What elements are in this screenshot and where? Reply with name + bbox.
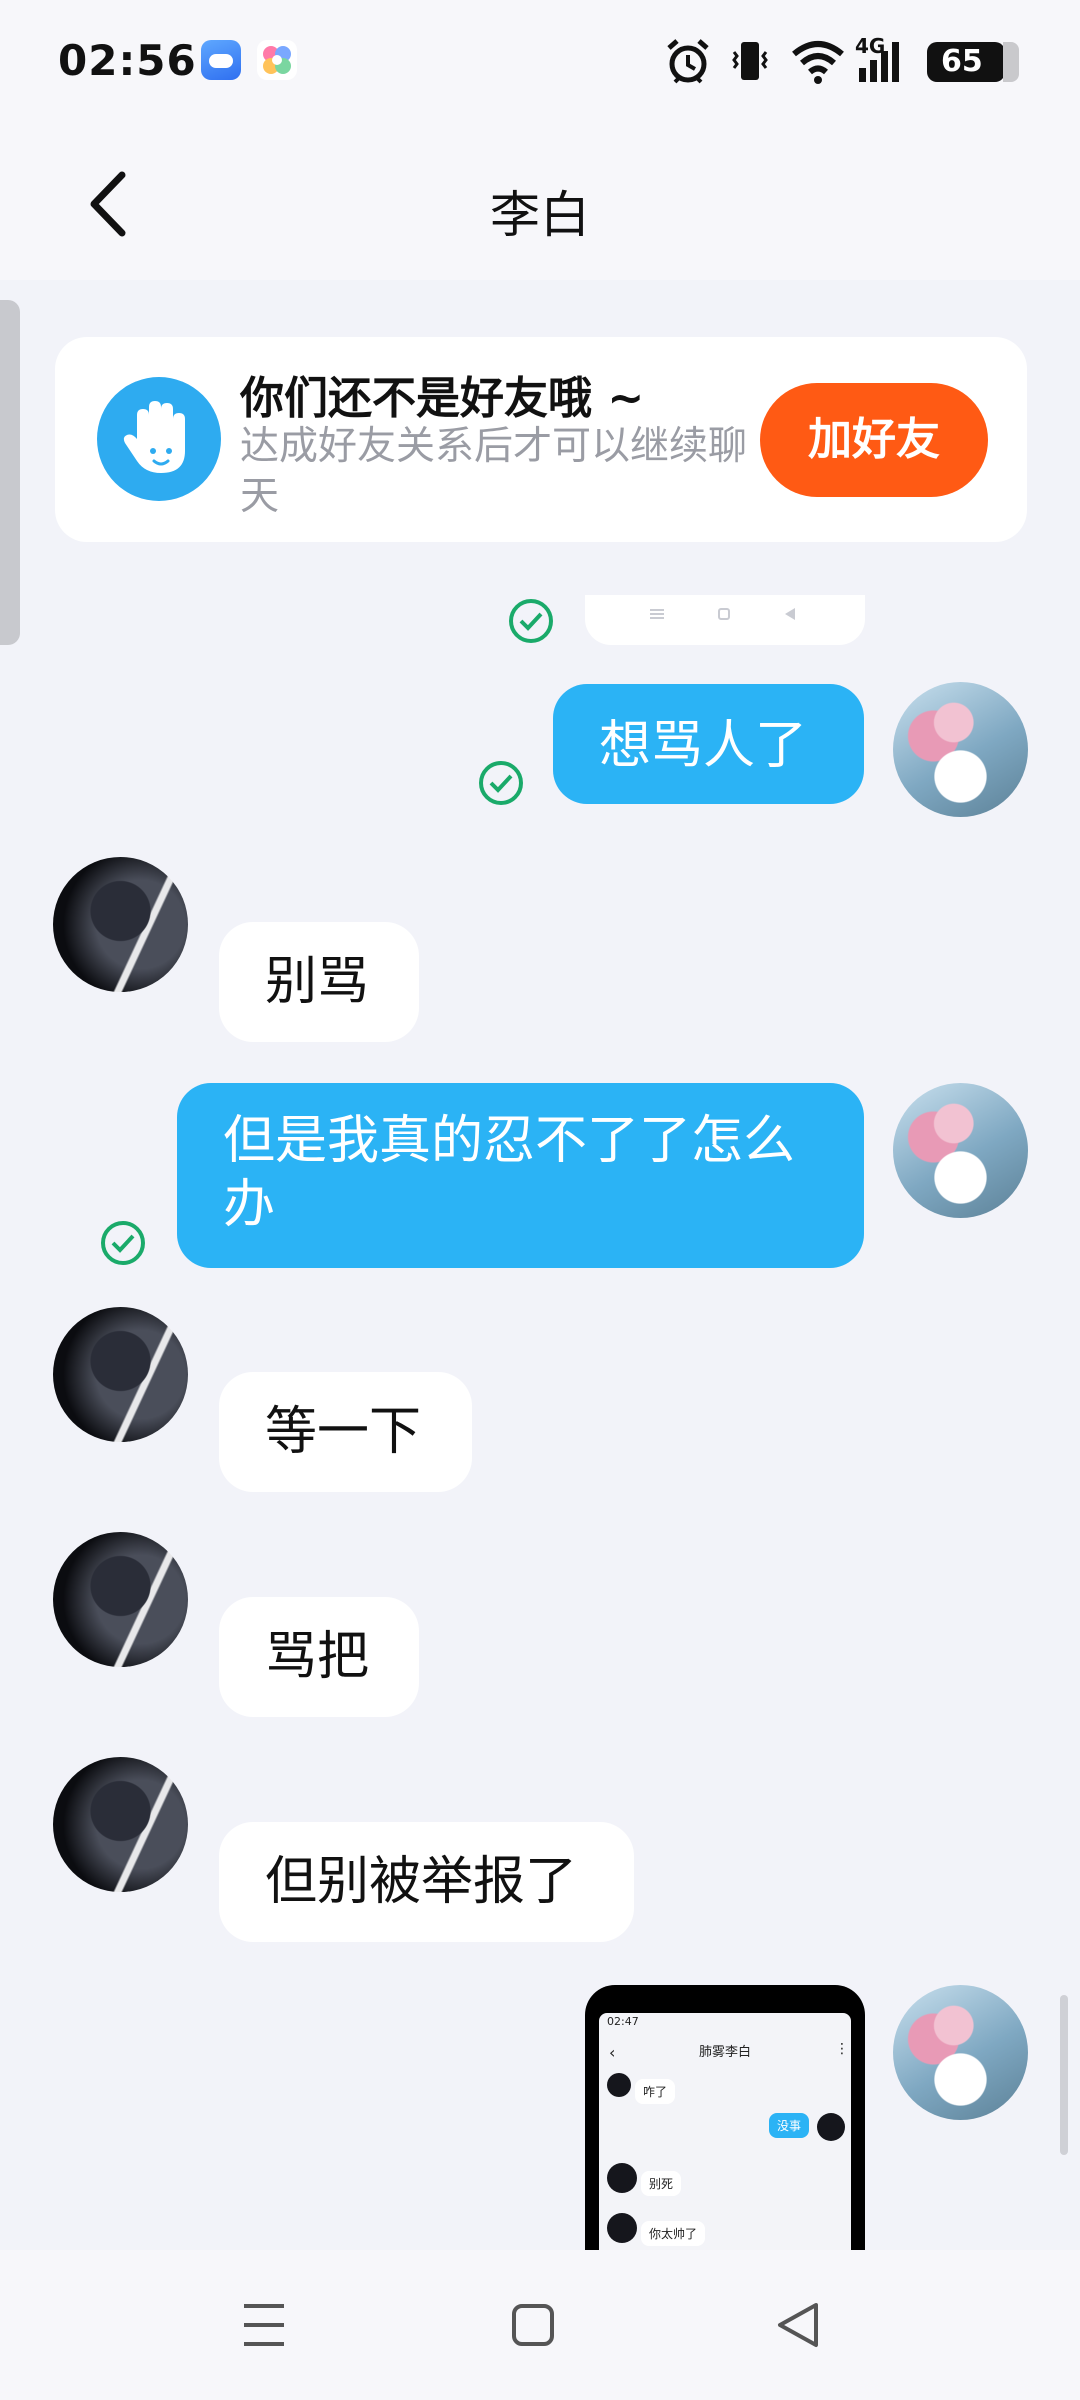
read-check-icon [507,597,555,645]
read-check-icon [99,1219,147,1267]
battery-icon: 65 [927,42,1019,82]
contact-avatar[interactable] [53,1532,188,1667]
read-check-icon [477,759,525,807]
system-nav-bar [0,2250,1080,2400]
thumb-avatar [607,2073,631,2097]
message-bubble-incoming[interactable]: 骂把 [219,1597,419,1717]
self-avatar[interactable] [893,682,1028,817]
status-time: 02:56 [58,36,197,85]
contact-avatar[interactable] [53,857,188,992]
system-icons: 4G 65 [665,34,1025,86]
home-icon[interactable] [511,2300,555,2350]
thumb-time: 02:47 [607,2015,639,2028]
menu-icon[interactable] [242,2300,286,2350]
message-bubble-outgoing[interactable]: 但是我真的忍不了了怎么办 [177,1083,864,1268]
thumb-avatar [607,2163,637,2193]
thumb-title: 肺雾李白 [698,2045,751,2060]
message-bubble-outgoing[interactable]: 想骂人了 [553,684,864,804]
image-message[interactable]: 02:47 ‹ 肺雾李白 ⋮ 咋了 没事 别死 你太帅了 [585,1985,865,2250]
thumb-message: 别死 [641,2171,682,2196]
banner-title: 你们还不是好友哦 ~ [240,373,645,424]
thumb-avatar [607,2213,637,2243]
signal-icon [859,42,899,82]
vibrate-icon [732,42,768,80]
back-nav-icon[interactable] [776,2300,820,2350]
message-bubble-incoming[interactable]: 别骂 [219,922,419,1042]
banner-subtitle: 达成好友关系后才可以继续聊天 [240,424,748,519]
self-avatar[interactable] [893,1083,1028,1218]
screenshot-thumbnail: 02:47 ‹ 肺雾李白 ⋮ 咋了 没事 别死 你太帅了 [599,2013,851,2250]
thumb-message: 咋了 [635,2079,676,2104]
flower-app-icon [257,40,297,80]
contact-avatar[interactable] [53,1757,188,1892]
alarm-icon [667,39,709,84]
contact-avatar[interactable] [53,1307,188,1442]
not-friends-banner: 你们还不是好友哦 ~ 达成好友关系后才可以继续聊天 加好友 [55,337,1027,542]
cut-off-image-message[interactable] [585,595,865,645]
scrollbar[interactable] [1060,1995,1068,2155]
add-friend-button[interactable]: 加好友 [760,383,988,497]
message-bubble-incoming[interactable]: 但别被举报了 [219,1822,634,1942]
thumb-message: 没事 [769,2113,810,2138]
edge-handle[interactable] [0,300,20,645]
hand-wave-icon [97,377,221,501]
message-bubble-incoming[interactable]: 等一下 [219,1372,472,1492]
self-avatar[interactable] [893,1985,1028,2120]
thumb-more-icon: ⋮ [835,2041,849,2057]
thumb-avatar [817,2113,845,2141]
weather-app-icon [201,40,241,80]
thumb-message: 你太帅了 [641,2221,706,2246]
page-title: 李白 [490,186,590,244]
chat-header: 李白 [0,125,1080,280]
wifi-icon [792,41,844,84]
status-bar: 02:56 4G 65 [0,0,1080,125]
battery-level: 65 [941,44,983,79]
